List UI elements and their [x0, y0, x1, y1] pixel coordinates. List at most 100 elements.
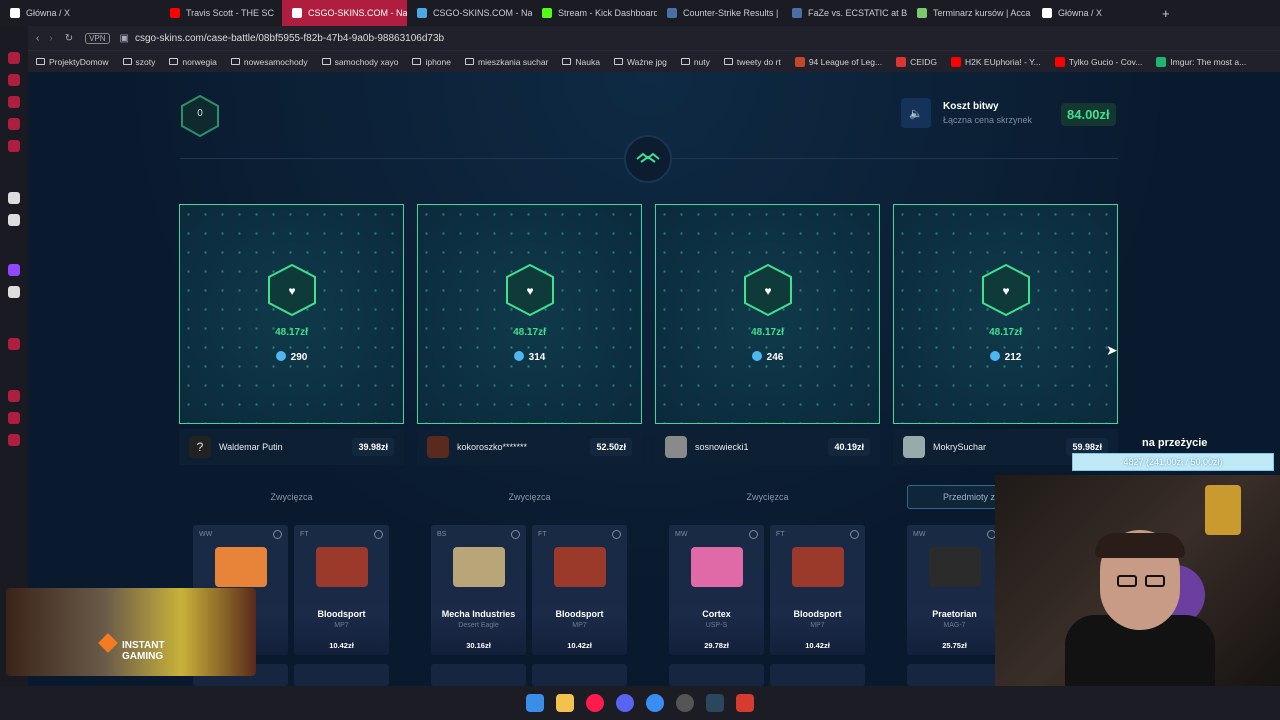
bookmark[interactable]: norwegia [169, 57, 217, 67]
bookmark[interactable]: tweety do rt [723, 57, 781, 67]
url-field[interactable]: csgo-skins.com/case-battle/08bf5955-f82b… [135, 33, 444, 44]
box-value: 48.17zł [751, 327, 784, 338]
battle-cost-sub: Łączna cena skrzynek [943, 115, 1033, 125]
tab-8[interactable]: Główna / X [1032, 0, 1152, 26]
item-card-next[interactable] [294, 664, 389, 686]
menu-icon[interactable] [8, 412, 20, 424]
league-icon [794, 56, 805, 67]
bookmark[interactable]: nowesamochody [230, 57, 308, 67]
file-explorer-icon[interactable] [556, 694, 574, 712]
bookmark[interactable]: Nauka [562, 57, 600, 67]
forward-icon[interactable]: › [49, 33, 52, 44]
coins: 290 [180, 351, 403, 363]
folder-icon [613, 58, 623, 65]
history-icon[interactable] [8, 74, 20, 86]
goal-progress-bar: 4827 (241.00zł / 50.00zł) [1072, 453, 1274, 471]
bookmark[interactable]: nuty [680, 57, 710, 67]
bookmark[interactable]: CEIDG [896, 56, 937, 67]
info-icon[interactable] [511, 530, 520, 539]
clock-icon[interactable] [8, 390, 20, 402]
item-card[interactable]: FT Bloodsport MP7 10.42zł [770, 525, 865, 655]
bookmark[interactable]: Ważne jpg [613, 57, 667, 67]
messenger-icon[interactable] [8, 52, 20, 64]
x-icon [1042, 8, 1052, 18]
promo-text: INSTANT GAMING [122, 640, 165, 662]
tab-6[interactable]: FaZe vs. ECSTATIC at BL [782, 0, 907, 26]
tab-0[interactable]: Główna / X [0, 0, 160, 26]
bookmark[interactable]: mieszkania suchar [465, 57, 548, 67]
bookmark[interactable]: szoty [122, 57, 155, 67]
trophy-icon: ♥ [744, 263, 792, 317]
csgo-skins-icon [292, 8, 302, 18]
player-row-2[interactable]: kokoroszko******* 52.50zł [417, 429, 642, 465]
tab-1[interactable]: Travis Scott - THE SC [160, 0, 282, 26]
gun-image [691, 547, 743, 587]
player-name: sosnowiecki1 [695, 442, 749, 452]
bookmark[interactable]: 94 League of Leg... [794, 56, 882, 67]
glasses [1117, 575, 1137, 587]
x-icon [10, 8, 20, 18]
mail-icon[interactable] [8, 140, 20, 152]
gear-icon[interactable] [8, 434, 20, 446]
bookmark[interactable]: H2K EUphoria! - Y... [951, 56, 1041, 67]
bookmark[interactable]: Imgur: The most a... [1156, 56, 1246, 67]
info-icon[interactable] [273, 530, 282, 539]
gun-image [316, 547, 368, 587]
avatar [903, 436, 925, 458]
obs-icon[interactable] [676, 694, 694, 712]
opera-gx-icon[interactable] [586, 694, 604, 712]
tab-4[interactable]: Stream - Kick Dashboard [532, 0, 657, 26]
tab-5[interactable]: Counter-Strike Results | [657, 0, 782, 26]
item-card-next[interactable] [431, 664, 526, 686]
item-card[interactable]: FT Bloodsport MP7 10.42zł [532, 525, 627, 655]
vpn-badge[interactable]: VPN [85, 32, 110, 44]
discord-icon[interactable] [616, 694, 634, 712]
svg-text:♥: ♥ [526, 284, 533, 298]
player-row-1[interactable]: ? Waldemar Putin 39.98zł [179, 429, 404, 465]
folder-icon [412, 58, 422, 65]
wallet-icon[interactable] [8, 96, 20, 108]
ai-icon[interactable] [8, 192, 20, 204]
steam-icon[interactable] [706, 694, 724, 712]
tab-7[interactable]: Terminarz kursów | Acca [907, 0, 1032, 26]
messenger-icon[interactable] [646, 694, 664, 712]
new-tab-button[interactable]: + [1152, 0, 1176, 26]
avatar [665, 436, 687, 458]
item-card-next[interactable] [669, 664, 764, 686]
bookmark[interactable]: iphone [412, 57, 451, 67]
handshake-icon [636, 152, 660, 163]
settings-icon[interactable] [8, 214, 20, 226]
info-icon[interactable] [850, 530, 859, 539]
add-icon[interactable] [8, 338, 20, 350]
player-row-3[interactable]: sosnowiecki1 40.19zł [655, 429, 880, 465]
player-total: 39.98zł [352, 438, 394, 456]
item-card-next[interactable] [907, 664, 1002, 686]
back-icon[interactable]: ‹ [36, 33, 39, 44]
item-card[interactable]: BS Mecha Industries Desert Eagle 30.16zł [431, 525, 526, 655]
item-card[interactable]: MW Praetorian MAG-7 25.75zł [907, 525, 1002, 655]
x-icon[interactable] [8, 286, 20, 298]
tab-2[interactable]: CSGO-SKINS.COM - Naj [282, 0, 407, 26]
coin-icon [989, 351, 1000, 361]
instant-gaming-logo [98, 633, 118, 653]
info-icon[interactable] [374, 530, 383, 539]
item-card[interactable]: FT Bloodsport MP7 10.42zł [294, 525, 389, 655]
info-icon[interactable] [612, 530, 621, 539]
bookmark[interactable]: samochody xayo [321, 57, 398, 67]
reload-icon[interactable]: ↻ [65, 33, 73, 44]
tab-3[interactable]: CSGO-SKINS.COM - Naj [407, 0, 532, 26]
item-card-next[interactable] [532, 664, 627, 686]
avatar [427, 436, 449, 458]
faceit-icon[interactable] [736, 694, 754, 712]
twitch-icon[interactable] [8, 264, 20, 276]
item-card[interactable]: MW Cortex USP-S 29.78zł [669, 525, 764, 655]
windows-start-icon[interactable] [526, 694, 544, 712]
bookmark[interactable]: Tylko Gucio - Cov... [1054, 56, 1142, 67]
gun-image [554, 547, 606, 587]
sound-button[interactable]: 🔈 [901, 98, 931, 128]
instagram-icon[interactable] [8, 118, 20, 130]
folder-icon [680, 58, 690, 65]
item-card-next[interactable] [770, 664, 865, 686]
info-icon[interactable] [749, 530, 758, 539]
bookmark[interactable]: ProjektyDomow [36, 57, 109, 67]
